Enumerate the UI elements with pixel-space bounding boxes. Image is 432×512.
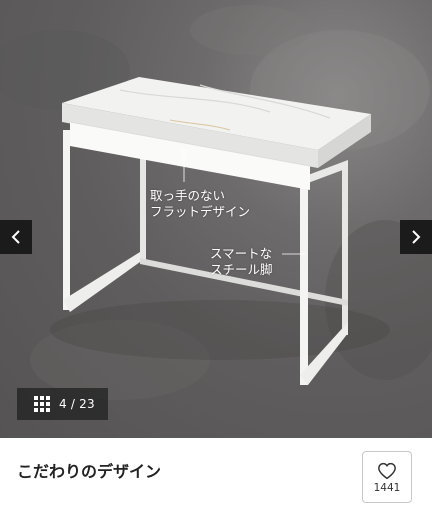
favorite-button[interactable]: 1441 — [362, 451, 412, 503]
favorite-count: 1441 — [373, 482, 401, 494]
section-title: こだわりのデザイン — [17, 462, 162, 481]
callout-legs-line2: スチール脚 — [210, 262, 273, 277]
callout-drawer: 取っ手のない フラットデザイン — [150, 188, 250, 220]
callout-legs-line1: スマートな — [210, 246, 273, 261]
heart-icon — [378, 462, 396, 480]
callout-drawer-line1: 取っ手のない — [150, 188, 226, 203]
chevron-left-icon — [11, 230, 20, 244]
image-counter-text: 4 / 23 — [59, 397, 95, 411]
next-image-button[interactable] — [400, 220, 432, 254]
product-image-gallery[interactable]: 取っ手のない フラットデザイン スマートな スチール脚 4 / 23 — [0, 0, 432, 438]
image-counter-button[interactable]: 4 / 23 — [17, 388, 108, 420]
callout-legs: スマートな スチール脚 — [210, 246, 273, 278]
callout-drawer-line2: フラットデザイン — [150, 204, 251, 219]
grid-icon — [34, 396, 50, 412]
prev-image-button[interactable] — [0, 220, 32, 254]
chevron-right-icon — [412, 230, 421, 244]
